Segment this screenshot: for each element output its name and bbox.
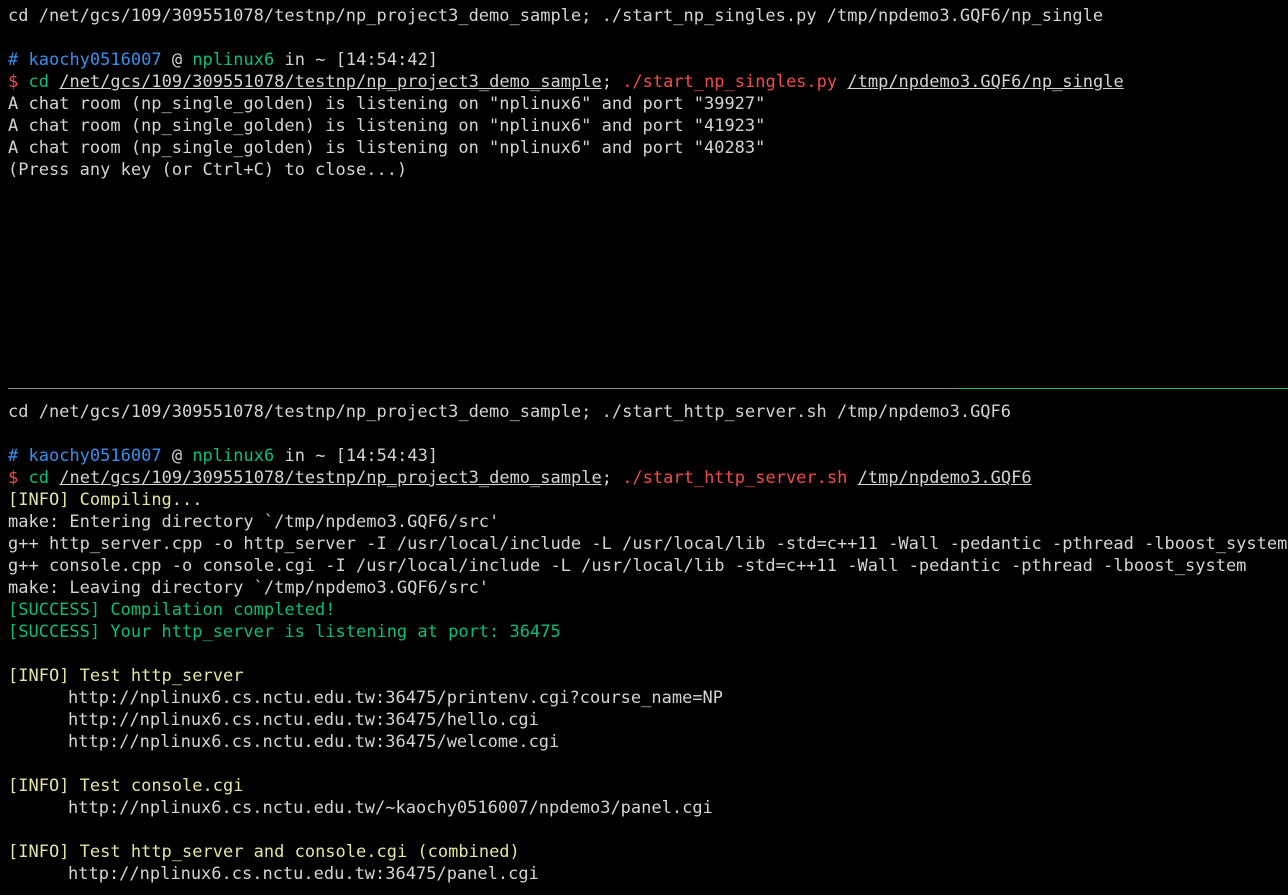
info-line: [INFO] Compiling... xyxy=(8,489,1288,511)
info-tag: [INFO] xyxy=(8,776,70,796)
prompt-in: in xyxy=(284,50,305,70)
info-text: Test http_server xyxy=(79,666,244,686)
make-output-line: make: Entering directory `/tmp/npdemo3.G… xyxy=(8,512,500,532)
terminal-pane-top[interactable]: cd /net/gcs/109/309551078/testnp/np_proj… xyxy=(8,5,1288,181)
url-link[interactable]: http://nplinux6.cs.nctu.edu.tw/~kaochy05… xyxy=(8,797,1288,819)
url-link[interactable]: http://nplinux6.cs.nctu.edu.tw:36475/pan… xyxy=(8,863,1288,885)
command-path: /net/gcs/109/309551078/testnp/np_project… xyxy=(59,72,602,92)
prompt-in: in xyxy=(284,446,305,466)
prompt-user: kaochy0516007 xyxy=(28,50,162,70)
prompt-dollar: $ xyxy=(8,72,19,92)
prompt-at: @ xyxy=(171,446,183,466)
prompt-user: kaochy0516007 xyxy=(28,446,162,466)
terminal-pane-bottom[interactable]: cd /net/gcs/109/309551078/testnp/np_proj… xyxy=(8,401,1288,885)
output-line: (Press any key (or Ctrl+C) to close...) xyxy=(8,160,408,180)
command-cd: cd xyxy=(28,468,49,488)
prompt-line: # kaochy0516007 @ nplinux6 in ~ [14:54:4… xyxy=(8,49,1288,71)
prompt-host: nplinux6 xyxy=(192,446,275,466)
command-cd: cd xyxy=(28,72,49,92)
command-script: ./start_http_server.sh xyxy=(622,468,848,488)
prompt-time: [14:54:43] xyxy=(335,446,439,466)
command-arg: /tmp/npdemo3.GQF6/np_single xyxy=(847,72,1124,92)
output-line: A chat room (np_single_golden) is listen… xyxy=(8,94,766,114)
url-link[interactable]: http://nplinux6.cs.nctu.edu.tw:36475/hel… xyxy=(8,709,1288,731)
command-separator: ; xyxy=(601,72,612,92)
command-separator: ; xyxy=(601,468,612,488)
url-link[interactable]: http://nplinux6.cs.nctu.edu.tw:36475/pri… xyxy=(8,687,1288,709)
command-arg: /tmp/npdemo3.GQF6 xyxy=(857,468,1032,488)
make-output-line: make: Leaving directory `/tmp/npdemo3.GQ… xyxy=(8,578,490,598)
command-script: ./start_np_singles.py xyxy=(622,72,838,92)
make-output-line: g++ console.cpp -o console.cgi -I /usr/l… xyxy=(8,556,1247,576)
prompt-line: # kaochy0516007 @ nplinux6 in ~ [14:54:4… xyxy=(8,445,1288,467)
prompt-hash: # xyxy=(8,50,19,70)
prompt-host: nplinux6 xyxy=(192,50,275,70)
info-tag: [INFO] xyxy=(8,490,70,510)
prompt-hash: # xyxy=(8,446,19,466)
info-text: Test http_server and console.cgi (combin… xyxy=(79,842,520,862)
info-line: [INFO] Test http_server and console.cgi … xyxy=(8,841,1288,863)
command-header: cd /net/gcs/109/309551078/testnp/np_proj… xyxy=(8,6,1104,26)
info-tag: [INFO] xyxy=(8,842,70,862)
prompt-dollar: $ xyxy=(8,468,19,488)
pane-divider[interactable] xyxy=(8,388,1288,389)
prompt-time: [14:54:42] xyxy=(335,50,439,70)
make-output-line: g++ http_server.cpp -o http_server -I /u… xyxy=(8,534,1288,554)
info-line: [INFO] Test http_server xyxy=(8,665,1288,687)
url-link[interactable]: http://nplinux6.cs.nctu.edu.tw:36475/wel… xyxy=(8,731,1288,753)
command-line: $ cd /net/gcs/109/309551078/testnp/np_pr… xyxy=(8,71,1288,93)
prompt-dir: ~ xyxy=(315,50,326,70)
output-line: A chat room (np_single_golden) is listen… xyxy=(8,116,766,136)
info-tag: [INFO] xyxy=(8,666,70,686)
command-header: cd /net/gcs/109/309551078/testnp/np_proj… xyxy=(8,402,1012,422)
command-line: $ cd /net/gcs/109/309551078/testnp/np_pr… xyxy=(8,467,1288,489)
info-text: Compiling... xyxy=(79,490,203,510)
info-line: [INFO] Test console.cgi xyxy=(8,775,1288,797)
success-line: [SUCCESS] Compilation completed! xyxy=(8,600,336,620)
success-line: [SUCCESS] Your http_server is listening … xyxy=(8,622,561,642)
command-path: /net/gcs/109/309551078/testnp/np_project… xyxy=(59,468,602,488)
prompt-dir: ~ xyxy=(315,446,326,466)
output-line: A chat room (np_single_golden) is listen… xyxy=(8,138,766,158)
prompt-at: @ xyxy=(171,50,183,70)
info-text: Test console.cgi xyxy=(79,776,244,796)
